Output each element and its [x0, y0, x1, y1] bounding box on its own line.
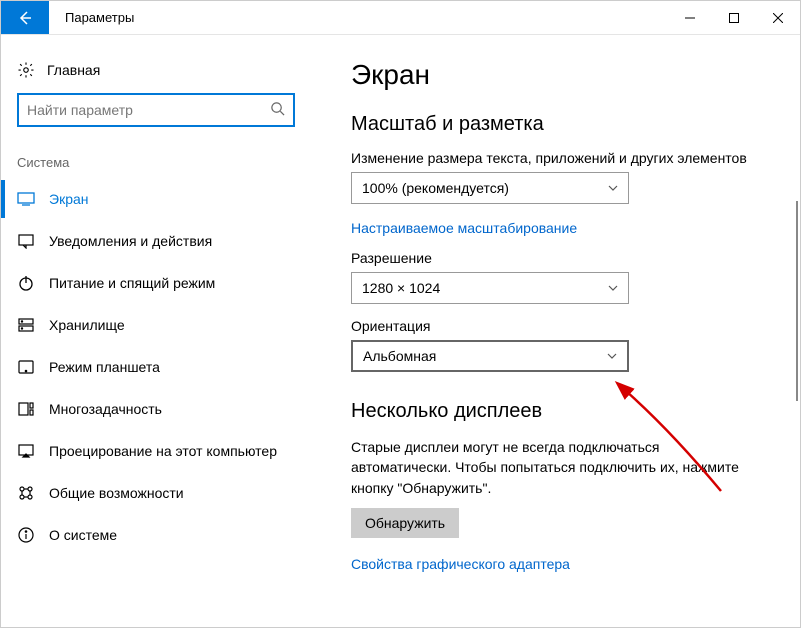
project-icon: [17, 442, 35, 460]
search-input[interactable]: Найти параметр: [17, 93, 295, 127]
window-title: Параметры: [49, 1, 134, 34]
content-panel: Экран Масштаб и разметка Изменение разме…: [311, 35, 800, 627]
detect-button[interactable]: Обнаружить: [351, 508, 459, 538]
scrollbar[interactable]: [796, 201, 798, 401]
orientation-value: Альбомная: [363, 348, 436, 364]
orientation-select[interactable]: Альбомная: [351, 340, 629, 372]
scale-select[interactable]: 100% (рекомендуется): [351, 172, 629, 204]
chevron-down-icon: [608, 183, 618, 194]
page-title: Экран: [351, 59, 760, 91]
sidebar-item-label: Уведомления и действия: [49, 233, 212, 249]
sidebar-item-about[interactable]: О системе: [11, 516, 301, 554]
sidebar-item-projecting[interactable]: Проецирование на этот компьютер: [11, 432, 301, 470]
chevron-down-icon: [608, 283, 618, 294]
sidebar-item-power[interactable]: Питание и спящий режим: [11, 264, 301, 302]
resolution-select[interactable]: 1280 × 1024: [351, 272, 629, 304]
sidebar-item-label: О системе: [49, 527, 117, 543]
sidebar-item-label: Многозадачность: [49, 401, 162, 417]
search-icon: [270, 101, 285, 119]
resolution-label: Разрешение: [351, 250, 760, 266]
back-button[interactable]: [1, 1, 49, 34]
sidebar-item-multitask[interactable]: Многозадачность: [11, 390, 301, 428]
window-controls: [668, 1, 800, 34]
display-icon: [17, 190, 35, 208]
sidebar-item-label: Режим планшета: [49, 359, 160, 375]
home-label: Главная: [47, 62, 100, 78]
nav-section-heading: Система: [11, 155, 301, 180]
titlebar: Параметры: [1, 1, 800, 35]
sidebar-item-display[interactable]: Экран: [11, 180, 301, 218]
sidebar-item-label: Общие возможности: [49, 485, 184, 501]
scale-label: Изменение размера текста, приложений и д…: [351, 150, 760, 166]
sidebar-item-label: Питание и спящий режим: [49, 275, 215, 291]
sidebar-item-tablet[interactable]: Режим планшета: [11, 348, 301, 386]
minimize-button[interactable]: [668, 1, 712, 34]
sidebar-item-label: Проецирование на этот компьютер: [49, 443, 277, 459]
multi-desc: Старые дисплеи могут не всегда подключат…: [351, 437, 760, 498]
info-icon: [17, 526, 35, 544]
shared-icon: [17, 484, 35, 502]
sidebar-item-label: Хранилище: [49, 317, 125, 333]
sidebar-item-notifications[interactable]: Уведомления и действия: [11, 222, 301, 260]
sidebar-item-storage[interactable]: Хранилище: [11, 306, 301, 344]
storage-icon: [17, 316, 35, 334]
sidebar-item-shared[interactable]: Общие возможности: [11, 474, 301, 512]
notification-icon: [17, 232, 35, 250]
orientation-label: Ориентация: [351, 318, 760, 334]
chevron-down-icon: [607, 351, 617, 362]
tablet-icon: [17, 358, 35, 376]
maximize-button[interactable]: [712, 1, 756, 34]
home-nav[interactable]: Главная: [11, 53, 301, 93]
resolution-value: 1280 × 1024: [362, 280, 440, 296]
custom-scaling-link[interactable]: Настраиваемое масштабирование: [351, 220, 577, 236]
close-button[interactable]: [756, 1, 800, 34]
multi-heading: Несколько дисплеев: [351, 400, 760, 423]
power-icon: [17, 274, 35, 292]
scale-heading: Масштаб и разметка: [351, 113, 760, 136]
arrow-left-icon: [17, 10, 33, 26]
gear-icon: [17, 61, 35, 79]
gpu-properties-link[interactable]: Свойства графического адаптера: [351, 556, 570, 572]
search-placeholder: Найти параметр: [27, 102, 133, 118]
sidebar-item-label: Экран: [49, 191, 89, 207]
multitask-icon: [17, 400, 35, 418]
scale-value: 100% (рекомендуется): [362, 180, 509, 196]
sidebar: Главная Найти параметр Система Экран Уве…: [1, 35, 311, 627]
